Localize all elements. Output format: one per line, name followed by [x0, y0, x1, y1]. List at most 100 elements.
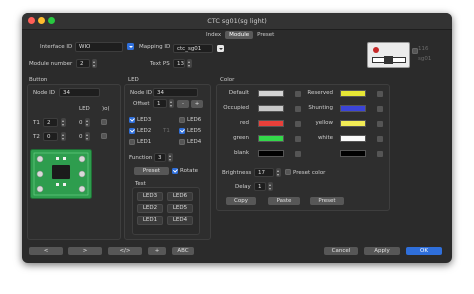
mapping-id-dropdown-icon[interactable]	[217, 45, 224, 52]
t2-value-stepper[interactable]	[61, 132, 66, 141]
led1-checkbox[interactable]	[129, 139, 135, 145]
led-node-id-field[interactable]: 34	[153, 88, 198, 97]
occupied-color-swatch[interactable]	[258, 105, 284, 112]
test-led6-button[interactable]: LED6	[167, 192, 193, 201]
interface-id-field[interactable]: WIO	[75, 42, 123, 52]
module-number-field[interactable]: 2	[76, 59, 90, 68]
signal-preview	[367, 42, 410, 68]
offset-plus-button[interactable]: +	[191, 100, 203, 108]
t1-value-field[interactable]: 2	[43, 118, 58, 127]
t1-led-stepper[interactable]	[85, 118, 90, 127]
led5-checkbox[interactable]	[179, 128, 185, 134]
test-led2-button[interactable]: LED2	[137, 204, 163, 213]
pcb-board-image	[30, 149, 92, 199]
offset-field[interactable]: 1	[153, 99, 167, 108]
green-color-label: green	[233, 135, 249, 141]
blank-color-picker[interactable]	[295, 151, 301, 157]
t1-led-value: 0	[79, 120, 83, 126]
white-color-label: white	[317, 135, 333, 141]
offset-minus-button[interactable]: -	[177, 100, 189, 108]
delay-stepper[interactable]	[268, 182, 273, 191]
red-color-picker[interactable]	[295, 121, 301, 127]
code-button[interactable]: </>	[108, 247, 142, 255]
brightness-label: Brightness	[222, 170, 252, 176]
t1-value-stepper[interactable]	[61, 118, 66, 127]
t1-invert-checkbox[interactable]	[101, 119, 107, 125]
interface-id-dropdown-icon[interactable]	[127, 43, 134, 50]
module-number-stepper[interactable]	[92, 59, 97, 68]
brightness-field[interactable]: 17	[254, 168, 274, 177]
prev-button[interactable]: <	[29, 247, 63, 255]
function-field[interactable]: 3	[154, 153, 166, 162]
paste-button[interactable]: Paste	[268, 197, 300, 205]
yellow-color-picker[interactable]	[377, 121, 383, 127]
white-color-picker[interactable]	[377, 136, 383, 142]
extra-color-swatch[interactable]	[340, 150, 366, 157]
reserved-color-label: Reserved	[307, 90, 333, 96]
mapping-id-field[interactable]: ctc_sg01	[173, 44, 213, 53]
default-color-swatch[interactable]	[258, 90, 284, 97]
text-ps-stepper[interactable]	[187, 59, 192, 68]
delay-field[interactable]: 1	[254, 182, 266, 191]
t1-label: T1	[33, 120, 40, 126]
t2-led-value: 0	[79, 134, 83, 140]
reserved-color-swatch[interactable]	[340, 90, 366, 97]
add-button[interactable]: +	[148, 247, 166, 255]
default-color-label: Default	[228, 90, 249, 96]
color-preset-button[interactable]: Preset	[310, 197, 344, 205]
blank-color-swatch[interactable]	[258, 150, 284, 157]
next-button[interactable]: >	[68, 247, 102, 255]
shunting-color-swatch[interactable]	[340, 105, 366, 112]
reserved-color-picker[interactable]	[377, 91, 383, 97]
green-color-picker[interactable]	[295, 136, 301, 142]
t2-value-field[interactable]: 0	[43, 132, 58, 141]
preview-id: sg01	[418, 56, 432, 62]
test-led1-button[interactable]: LED1	[137, 216, 163, 225]
signal-lamp-icon	[373, 47, 379, 53]
t2-label: T2	[33, 134, 40, 140]
button-node-id-field[interactable]: 34	[59, 88, 100, 97]
abc-button[interactable]: ABC	[172, 247, 194, 255]
tab-preset[interactable]: Preset	[253, 31, 278, 39]
title-bar: CTC sg01(sg light)	[22, 13, 452, 30]
led3-checkbox[interactable]	[129, 117, 135, 123]
function-label: Function	[129, 155, 153, 161]
led-t1-label: T1	[163, 128, 170, 134]
occupied-color-picker[interactable]	[295, 106, 301, 112]
button-led-label: LED	[79, 106, 90, 112]
test-led5-button[interactable]: LED5	[167, 204, 193, 213]
led2-checkbox[interactable]	[129, 128, 135, 134]
t2-led-stepper[interactable]	[85, 132, 90, 141]
occupied-color-label: Occupied	[223, 105, 249, 111]
t2-invert-checkbox[interactable]	[101, 133, 107, 139]
green-color-swatch[interactable]	[258, 135, 284, 142]
white-color-swatch[interactable]	[340, 135, 366, 142]
offset-stepper[interactable]	[169, 99, 174, 108]
led4-checkbox[interactable]	[179, 139, 185, 145]
default-color-picker[interactable]	[295, 91, 301, 97]
led-preset-button[interactable]: Preset	[134, 167, 169, 175]
led1-label: LED1	[137, 139, 152, 145]
shunting-color-picker[interactable]	[377, 106, 383, 112]
apply-button[interactable]: Apply	[364, 247, 400, 255]
rotate-label: Rotate	[180, 168, 199, 174]
led-node-id-label: Node ID	[130, 90, 152, 96]
red-color-swatch[interactable]	[258, 120, 284, 127]
extra-color-picker[interactable]	[377, 151, 383, 157]
tab-module[interactable]: Module	[225, 31, 254, 39]
function-stepper[interactable]	[168, 153, 173, 162]
ok-button[interactable]: OK	[406, 247, 442, 255]
preset-color-checkbox[interactable]	[285, 169, 291, 175]
mapping-id-label: Mapping ID	[139, 44, 171, 50]
brightness-stepper[interactable]	[276, 168, 281, 177]
yellow-color-swatch[interactable]	[340, 120, 366, 127]
cancel-button[interactable]: Cancel	[324, 247, 358, 255]
text-ps-label: Text PS	[150, 61, 170, 67]
test-led3-button[interactable]: LED3	[137, 192, 163, 201]
tab-index[interactable]: Index	[202, 31, 225, 39]
test-led4-button[interactable]: LED4	[167, 216, 193, 225]
text-ps-field[interactable]: 13	[173, 59, 185, 68]
rotate-checkbox[interactable]	[172, 168, 178, 174]
copy-button[interactable]: Copy	[226, 197, 256, 205]
led6-checkbox[interactable]	[179, 117, 185, 123]
